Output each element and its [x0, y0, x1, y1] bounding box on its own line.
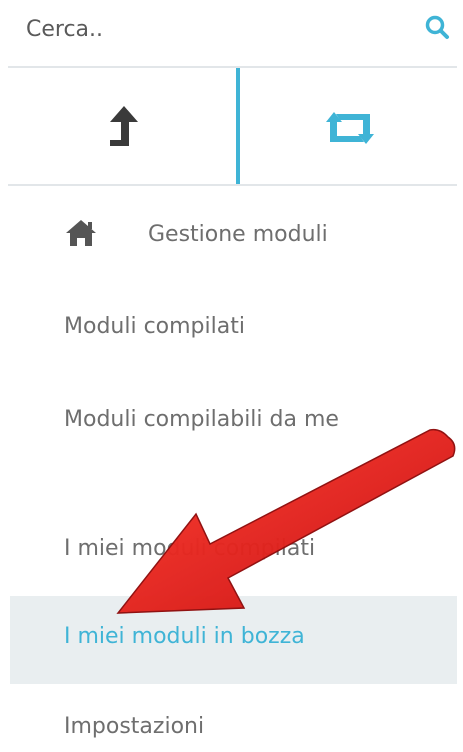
menu-label-impostazioni: Impostazioni	[64, 714, 205, 739]
home-icon	[66, 220, 96, 246]
search-icon[interactable]	[424, 14, 452, 42]
upload-arrow-icon	[110, 106, 138, 146]
menu-label-gestione-moduli: Gestione moduli	[148, 222, 328, 247]
menu-item-miei-moduli-compilati[interactable]: I miei moduli compilati	[10, 534, 457, 574]
menu-label-miei-moduli-compilati: I miei moduli compilati	[64, 536, 316, 561]
menu-label-moduli-compilabili: Moduli compilabili da me	[64, 407, 339, 432]
tab-sync[interactable]	[236, 68, 461, 184]
menu-item-moduli-compilabili[interactable]: Moduli compilabili da me	[10, 400, 457, 480]
menu-item-gestione-moduli[interactable]: Gestione moduli	[10, 212, 457, 268]
tab-upload[interactable]	[8, 68, 236, 184]
menu-item-miei-moduli-bozza[interactable]: I miei moduli in bozza	[10, 596, 457, 684]
menu-item-impostazioni[interactable]: Impostazioni	[10, 712, 457, 752]
divider-bottom	[8, 184, 457, 186]
menu-label-miei-moduli-bozza: I miei moduli in bozza	[64, 624, 305, 649]
retweet-icon	[326, 112, 374, 144]
search-bar	[0, 0, 463, 62]
menu-label-moduli-compilati: Moduli compilati	[64, 314, 245, 339]
search-input[interactable]	[26, 12, 406, 46]
menu-item-moduli-compilati[interactable]: Moduli compilati	[10, 312, 457, 352]
